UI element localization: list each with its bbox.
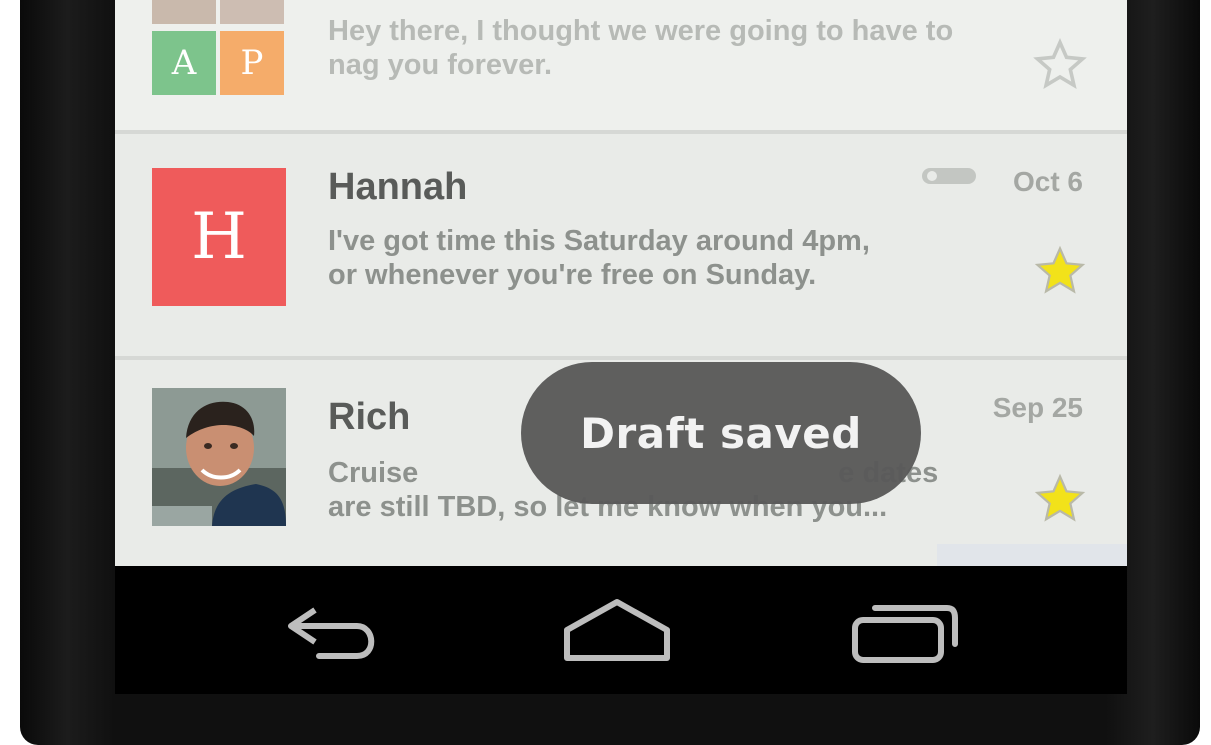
avatar-letter-a: A [152, 31, 216, 95]
star-outline-icon[interactable] [1033, 38, 1087, 92]
email-date: Oct 6 [1012, 166, 1083, 197]
back-icon[interactable] [285, 596, 385, 666]
snippet-line: I've got time this Saturday around 4pm, [328, 225, 870, 257]
email-row[interactable]: A P Hey there, I thought we were going t… [115, 0, 1127, 130]
avatar-letter-h: H [152, 168, 286, 306]
avatar-photo-strip [220, 0, 284, 24]
system-navigation-bar [115, 566, 1127, 694]
sender-name: Hannah [328, 166, 468, 208]
star-filled-icon[interactable] [1033, 472, 1087, 526]
scroll-indicator [937, 544, 1127, 566]
snippet-line: or whenever you're free on Sunday. [328, 259, 817, 291]
email-row[interactable]: H Hannah Oct 6 I've got time this Saturd… [115, 134, 1127, 356]
avatar-letter-p: P [220, 31, 284, 95]
sender-name: Rich [328, 396, 411, 438]
avatar-photo-strip [152, 0, 216, 24]
label-icon [922, 168, 976, 184]
photo-avatar [152, 388, 286, 526]
email-snippet: Hey there, I thought we were going to ha… [328, 15, 954, 81]
email-snippet: I've got time this Saturday around 4pm, … [328, 224, 1008, 292]
star-filled-icon[interactable] [1033, 244, 1087, 298]
phone-frame: A P Hey there, I thought we were going t… [20, 0, 1200, 745]
draft-saved-toast: Draft saved [521, 362, 921, 504]
home-icon[interactable] [561, 596, 673, 666]
email-list: A P Hey there, I thought we were going t… [115, 0, 1127, 566]
snippet-start: Cruise [328, 457, 419, 489]
email-date: Sep 25 [992, 392, 1083, 423]
recents-icon[interactable] [849, 596, 961, 666]
